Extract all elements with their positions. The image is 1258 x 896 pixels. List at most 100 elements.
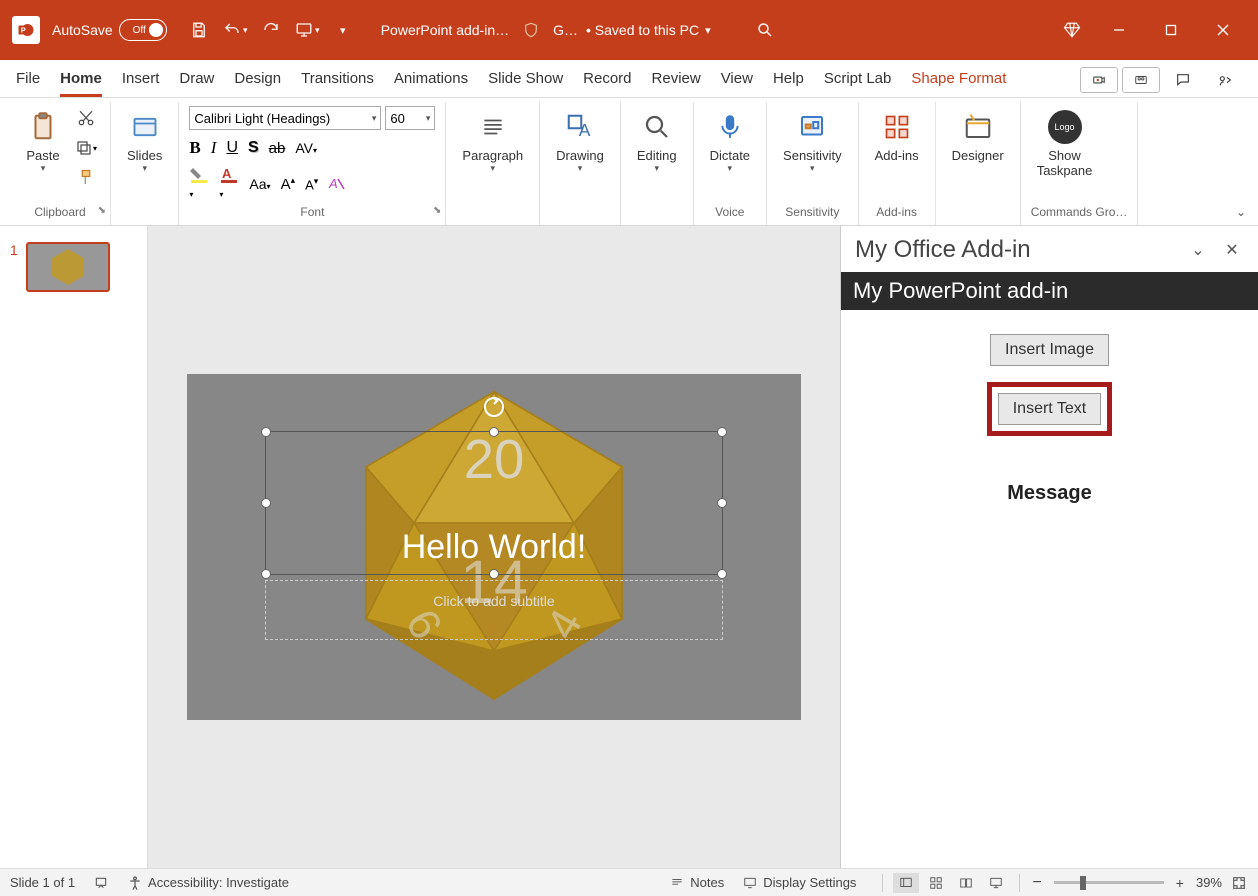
search-icon[interactable] — [751, 16, 779, 44]
increase-font-icon[interactable]: A▴ — [281, 175, 296, 193]
tab-design[interactable]: Design — [224, 62, 291, 97]
tab-transitions[interactable]: Transitions — [291, 62, 384, 97]
slide-title-text[interactable]: Hello World! — [266, 528, 722, 567]
insert-image-button[interactable]: Insert Image — [990, 334, 1109, 366]
autosave-state: Off — [133, 25, 146, 36]
decrease-font-icon[interactable]: A▾ — [305, 176, 318, 192]
tab-view[interactable]: View — [711, 62, 763, 97]
slides-button[interactable]: Slides — [121, 106, 168, 178]
insert-text-button[interactable]: Insert Text — [998, 393, 1102, 425]
tab-script-lab[interactable]: Script Lab — [814, 62, 902, 97]
teams-share-button[interactable] — [1122, 67, 1160, 93]
group-font: Calibri Light (Headings)▾ 60▾ B I U S ab… — [179, 102, 446, 225]
minimize-button[interactable] — [1096, 14, 1142, 46]
slide-thumbnail-1[interactable]: 1 — [10, 242, 137, 292]
main-area: 1 20 — [0, 226, 1258, 868]
character-spacing-icon[interactable]: AV▾ — [295, 140, 317, 156]
undo-icon[interactable]: ▾ — [221, 16, 249, 44]
zoom-in-icon[interactable]: + — [1172, 875, 1188, 891]
save-location-short: G… — [553, 22, 578, 38]
autosave-toggle[interactable]: Off — [119, 19, 167, 41]
tab-file[interactable]: File — [6, 62, 50, 97]
display-settings[interactable]: Display Settings — [742, 875, 856, 890]
tab-record[interactable]: Record — [573, 62, 641, 97]
fit-to-window-icon[interactable] — [1230, 875, 1248, 891]
tab-home[interactable]: Home — [50, 62, 112, 97]
tab-insert[interactable]: Insert — [112, 62, 170, 97]
taskpane-title: My Office Add-in — [855, 236, 1176, 264]
svg-text:A: A — [328, 176, 338, 191]
clear-formatting-icon[interactable]: A — [328, 176, 346, 192]
editing-label: Editing — [637, 148, 677, 163]
rotation-handle-icon[interactable] — [483, 396, 505, 418]
save-status-chevron-icon[interactable]: ▾ — [705, 24, 711, 37]
cut-icon[interactable] — [72, 106, 100, 130]
font-color-icon[interactable]: A▾ — [219, 166, 239, 202]
normal-view-icon[interactable] — [893, 873, 919, 893]
editing-button[interactable]: Editing — [631, 106, 683, 178]
save-icon[interactable] — [185, 16, 213, 44]
slide-sorter-view-icon[interactable] — [923, 873, 949, 893]
format-painter-icon[interactable] — [72, 166, 100, 190]
tab-animations[interactable]: Animations — [384, 62, 478, 97]
drawing-button[interactable]: A Drawing — [550, 106, 610, 178]
tab-slide-show[interactable]: Slide Show — [478, 62, 573, 97]
ribbon: Paste ▾ Clipboard⬊ Slides Cali — [0, 98, 1258, 226]
share-button[interactable] — [1206, 67, 1244, 93]
comments-button[interactable] — [1164, 67, 1202, 93]
font-size-combo[interactable]: 60▾ — [385, 106, 435, 130]
sensitivity-button[interactable]: Sensitivity — [777, 106, 848, 178]
subtitle-placeholder: Click to add subtitle — [266, 581, 722, 609]
font-name-combo[interactable]: Calibri Light (Headings)▾ — [189, 106, 381, 130]
zoom-value[interactable]: 39% — [1196, 875, 1222, 890]
taskpane-close-icon[interactable]: ✕ — [1220, 238, 1244, 262]
accessibility-label: Accessibility: Investigate — [148, 875, 289, 890]
slideshow-view-icon[interactable] — [983, 873, 1009, 893]
slide-count[interactable]: Slide 1 of 1 — [10, 875, 75, 890]
paste-button[interactable]: Paste — [20, 106, 66, 178]
tab-review[interactable]: Review — [642, 62, 711, 97]
slide-editor[interactable]: 20 14 6 4 Hello World! Click t — [148, 226, 840, 868]
reading-view-icon[interactable] — [953, 873, 979, 893]
ribbon-tabs: File Home Insert Draw Design Transitions… — [0, 60, 1258, 98]
zoom-slider[interactable] — [1054, 881, 1164, 884]
addins-group-label: Add-ins — [869, 202, 925, 223]
shadow-icon[interactable]: S — [248, 139, 259, 157]
change-case-icon[interactable]: Aa▾ — [249, 176, 270, 192]
diamond-premium-icon[interactable] — [1058, 16, 1086, 44]
copy-icon[interactable]: ▾ — [72, 136, 100, 160]
maximize-button[interactable] — [1148, 14, 1194, 46]
highlight-color-icon[interactable]: ▾ — [189, 166, 209, 202]
addins-button[interactable]: Add-ins — [869, 106, 925, 167]
title-text-box[interactable]: Hello World! — [265, 431, 723, 575]
present-from-beginning-icon[interactable]: ▾ — [293, 16, 321, 44]
close-button[interactable] — [1200, 14, 1246, 46]
accessibility-status[interactable]: Accessibility: Investigate — [127, 875, 289, 891]
taskpane-dropdown-icon[interactable]: ⌄ — [1186, 238, 1210, 262]
show-taskpane-button[interactable]: Logo Show Taskpane — [1031, 106, 1099, 182]
subtitle-text-box[interactable]: Click to add subtitle — [265, 580, 723, 640]
tab-draw[interactable]: Draw — [169, 62, 224, 97]
ribbon-collapse-icon[interactable]: ⌄ — [1236, 205, 1246, 219]
bold-icon[interactable]: B — [189, 138, 200, 158]
dictate-button[interactable]: Dictate — [704, 106, 756, 178]
shield-icon[interactable] — [517, 16, 545, 44]
qat-overflow-icon[interactable]: ▾ — [329, 16, 357, 44]
camera-button[interactable] — [1080, 67, 1118, 93]
paragraph-button[interactable]: Paragraph — [456, 106, 529, 178]
thumbnail-number: 1 — [10, 242, 18, 292]
spell-check-icon[interactable] — [93, 876, 109, 890]
strikethrough-icon[interactable]: ab — [269, 140, 286, 157]
underline-icon[interactable]: U — [226, 139, 238, 157]
font-name-value: Calibri Light (Headings) — [194, 111, 330, 126]
italic-icon[interactable]: I — [211, 138, 217, 158]
document-title: PowerPoint add-in… — [381, 22, 509, 38]
tab-help[interactable]: Help — [763, 62, 814, 97]
zoom-out-icon[interactable]: − — [1028, 874, 1045, 892]
redo-icon[interactable] — [257, 16, 285, 44]
notes-toggle[interactable]: Notes — [669, 875, 724, 890]
tab-shape-format[interactable]: Shape Format — [901, 62, 1016, 97]
designer-button[interactable]: Designer — [946, 106, 1010, 167]
thumbnail-panel: 1 — [0, 226, 148, 868]
sensitivity-label: Sensitivity — [783, 148, 842, 163]
